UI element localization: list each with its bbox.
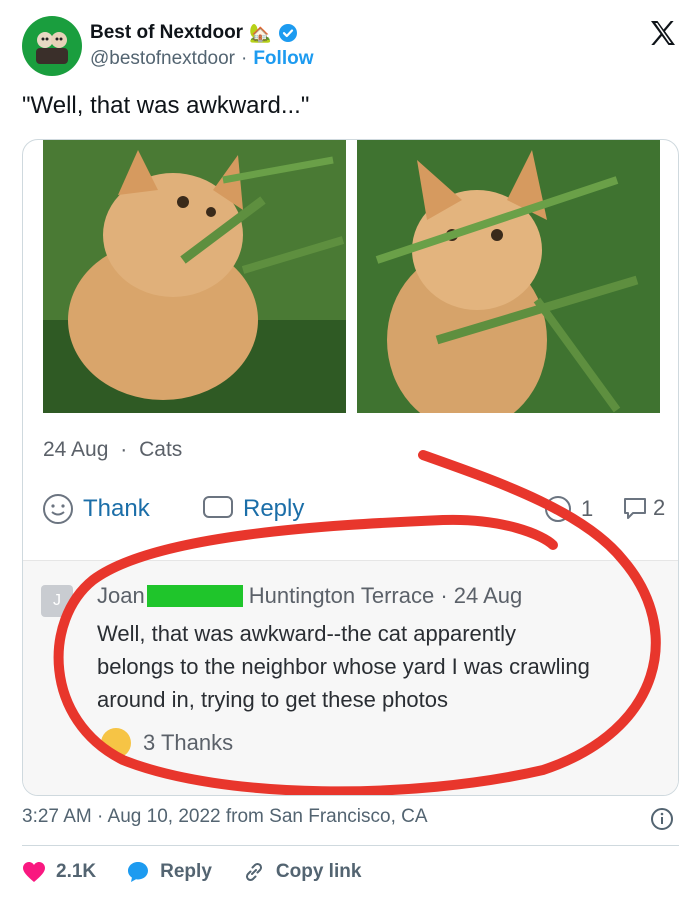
commenter-avatar: J [41,585,73,617]
like-button[interactable]: 2.1K [22,861,96,883]
footer-divider [22,845,679,846]
tweet-text: "Well, that was awkward..." [22,92,310,119]
puppets-avatar-icon [36,32,68,64]
post-category: Cats [139,438,183,461]
handle-row: @bestofnextdoor · Follow [90,48,313,70]
info-icon[interactable] [650,807,674,831]
comment-header: Joan Huntington Terrace · 24 Aug [97,583,522,609]
commenter-name: Joan [97,583,145,608]
avatar[interactable] [22,16,82,76]
house-emoji: 🏡 [249,22,272,43]
x-logo-icon[interactable] [648,18,678,48]
cat-photo-2 [357,140,660,413]
tweet-timestamp[interactable]: 3:27 AM · Aug 10, 2022 from San Francisc… [22,806,428,828]
name-row: Best of Nextdoor 🏡 [90,22,298,44]
thanks-count: 3 Thanks [143,730,234,755]
tweet-header: Best of Nextdoor 🏡 @bestofnextdoor · Fol… [22,16,682,78]
reply-action: Reply [201,492,304,526]
reaction-number: 1 [581,496,594,521]
cat-photo-1 [43,140,346,413]
comment-number: 2 [653,495,666,520]
thank-action: Thank [41,492,150,526]
tweet-media[interactable]: 24 Aug · Cats Thank Reply 1 2 J Joan Hun… [22,139,679,796]
post-meta: 24 Aug · Cats [43,438,182,462]
reply-label: Reply [160,861,212,882]
handle[interactable]: @bestofnextdoor [90,48,235,70]
comment-bubble-icon [203,496,233,518]
link-icon [245,862,262,882]
smiley-icon [43,494,73,524]
reaction-count: 1 [543,494,593,524]
display-name[interactable]: Best of Nextdoor [90,22,243,44]
follow-button[interactable]: Follow [253,48,313,70]
verified-badge-icon [278,24,297,42]
comment-count: 2 [621,494,665,522]
commenter-location: Huntington Terrace · 24 Aug [248,583,523,608]
thank-label: Thank [83,495,150,522]
post-date: 24 Aug [43,438,109,461]
tweet-footer: 2.1K Reply Copy link [22,856,679,888]
copy-link-button[interactable]: Copy link [242,860,362,884]
comment-thanks: 3 Thanks [101,728,233,758]
reply-bubble-icon [128,862,149,882]
comment-count-icon [624,498,646,519]
post-dot: · [120,438,128,461]
handle-separator: · [241,48,248,69]
comment-body: Well, that was awkward--the cat apparent… [97,621,590,712]
reply-button[interactable]: Reply [126,860,212,884]
heart-icon [23,862,45,882]
reaction-smiley-icon [545,496,571,522]
reply-label: Reply [243,495,305,522]
like-count: 2.1K [56,861,97,882]
thanks-emoji-icon [101,728,131,758]
name-redaction [146,585,243,607]
post-actions: Thank Reply 1 2 [41,492,671,532]
copy-link-label: Copy link [275,861,362,882]
